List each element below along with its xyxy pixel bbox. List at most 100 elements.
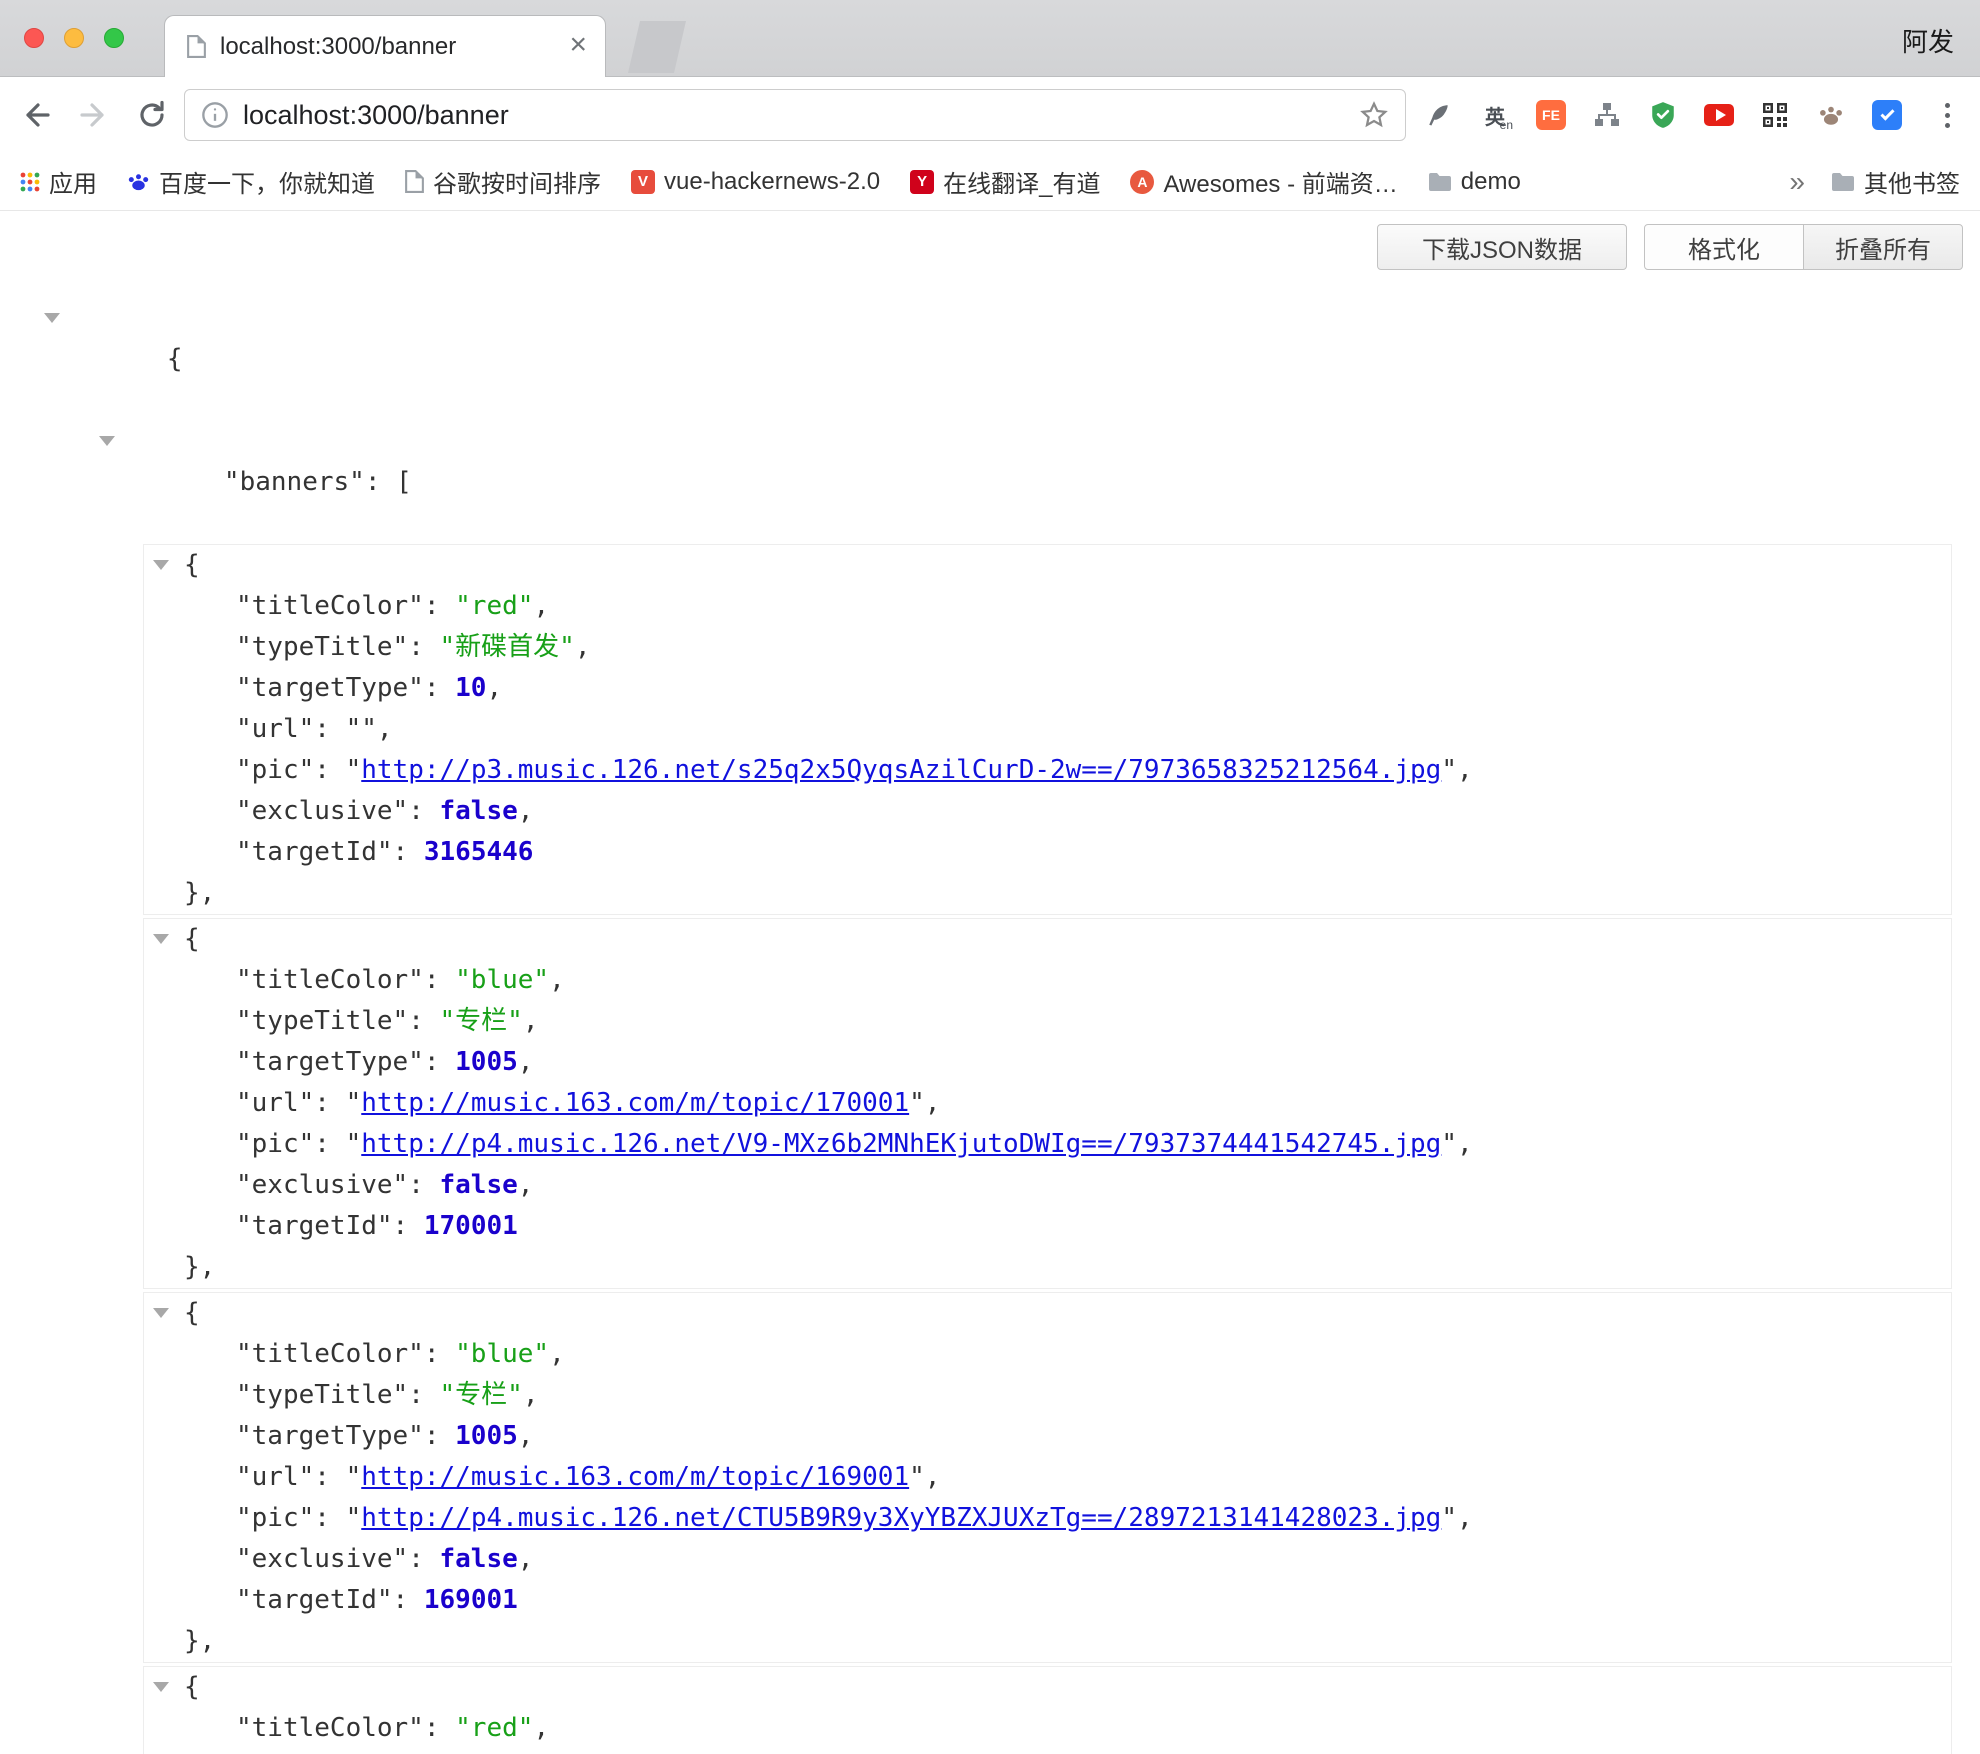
reload-button[interactable] bbox=[134, 97, 170, 133]
json-field-line: "pic": "http://p3.music.126.net/s25q2x5Q… bbox=[144, 750, 1951, 791]
browser-window: localhost:3000/banner × 阿发 localhost:300… bbox=[0, 0, 1980, 1754]
collapse-triangle-icon[interactable] bbox=[99, 436, 115, 446]
profile-name: 阿发 bbox=[1902, 22, 1954, 59]
minimize-window-button[interactable] bbox=[64, 28, 84, 48]
y-icon: Y bbox=[910, 170, 934, 194]
json-field-line: "pic": "http://p4.music.126.net/V9-MXz6b… bbox=[144, 1124, 1951, 1165]
paw-icon bbox=[127, 170, 150, 193]
json-object-open-line: { bbox=[144, 919, 1951, 960]
url-text: localhost:3000/banner bbox=[243, 100, 509, 131]
json-object-close-line: }, bbox=[144, 1621, 1951, 1662]
json-url-link[interactable]: http://music.163.com/m/topic/170001 bbox=[361, 1088, 909, 1118]
back-button[interactable] bbox=[18, 97, 54, 133]
collapse-triangle-icon[interactable] bbox=[153, 560, 169, 570]
bookmarks-bar: 应用 百度一下，你就知道 谷歌按时间排序 V vue-hackernews-2.… bbox=[0, 153, 1980, 211]
address-bar[interactable]: localhost:3000/banner bbox=[184, 89, 1406, 141]
json-field-line: "url": "http://music.163.com/m/topic/169… bbox=[144, 1457, 1951, 1498]
v-icon: V bbox=[631, 170, 655, 194]
json-field-line: "targetType": 1005, bbox=[144, 1416, 1951, 1457]
page-file-icon bbox=[187, 35, 206, 58]
json-object-open-line: { bbox=[144, 545, 1951, 586]
json-object: {"titleColor": "blue","typeTitle": "专栏",… bbox=[143, 918, 1952, 1289]
bookmark-vue-hackernews[interactable]: V vue-hackernews-2.0 bbox=[631, 168, 880, 196]
json-banners-line: "banners": [ bbox=[0, 421, 1980, 544]
download-json-button[interactable]: 下载JSON数据 bbox=[1377, 224, 1627, 270]
folder-icon bbox=[1428, 172, 1452, 192]
document-icon bbox=[405, 170, 424, 193]
fe-extension-icon[interactable]: FE bbox=[1536, 100, 1566, 130]
bookmarks-overflow-icon[interactable]: » bbox=[1789, 168, 1805, 196]
check-icon bbox=[1880, 106, 1894, 120]
json-url-link[interactable]: http://music.163.com/m/topic/169001 bbox=[361, 1462, 909, 1492]
bookmark-awesomes[interactable]: A Awesomes - 前端资… bbox=[1130, 164, 1397, 199]
bookmark-youdao-translate[interactable]: Y 在线翻译_有道 bbox=[910, 164, 1100, 199]
json-field-line: "exclusive": false, bbox=[144, 1165, 1951, 1206]
close-window-button[interactable] bbox=[24, 28, 44, 48]
format-button[interactable]: 格式化 bbox=[1644, 224, 1804, 270]
bookmark-demo-folder[interactable]: demo bbox=[1428, 168, 1521, 196]
bookmark-star-icon[interactable] bbox=[1359, 100, 1389, 130]
translate-extension-icon[interactable]: 英en bbox=[1480, 100, 1510, 130]
check-extension-icon[interactable] bbox=[1872, 100, 1902, 130]
collapse-triangle-icon[interactable] bbox=[44, 313, 60, 323]
json-url-link[interactable]: http://p3.music.126.net/s25q2x5QyqsAzilC… bbox=[361, 755, 1441, 785]
pen-extension-icon[interactable] bbox=[1424, 100, 1454, 130]
collapse-triangle-icon[interactable] bbox=[153, 1308, 169, 1318]
json-field-line: "url": "", bbox=[144, 709, 1951, 750]
json-field-line: "typeTitle": "新碟首发", bbox=[144, 627, 1951, 668]
json-object: {"titleColor": "red","typeTitle": "歌单","… bbox=[143, 1666, 1952, 1754]
json-field-line: "targetId": 3165446 bbox=[144, 832, 1951, 873]
window-controls bbox=[24, 28, 124, 48]
bookmark-apps[interactable]: 应用 bbox=[20, 164, 97, 199]
apps-grid-icon bbox=[20, 172, 40, 192]
json-field-line: "typeTitle": "歌单", bbox=[144, 1749, 1951, 1754]
json-object-open-line: { bbox=[144, 1293, 1951, 1334]
collapse-triangle-icon[interactable] bbox=[153, 1682, 169, 1692]
json-object: {"titleColor": "red","typeTitle": "新碟首发"… bbox=[143, 544, 1952, 915]
a-icon: A bbox=[1130, 170, 1154, 194]
bookmark-google-sort[interactable]: 谷歌按时间排序 bbox=[405, 164, 601, 199]
browser-tab[interactable]: localhost:3000/banner × bbox=[164, 15, 606, 77]
extension-icons: 英en FE bbox=[1424, 77, 1902, 153]
json-viewer: { "banners": [ {"titleColor": "red","typ… bbox=[0, 298, 1980, 1754]
tab-strip: localhost:3000/banner × 阿发 bbox=[0, 0, 1980, 77]
json-url-link[interactable]: http://p4.music.126.net/V9-MXz6b2MNhEKju… bbox=[361, 1129, 1441, 1159]
video-extension-icon[interactable] bbox=[1704, 104, 1734, 126]
collapse-all-button[interactable]: 折叠所有 bbox=[1803, 224, 1963, 270]
page-info-icon[interactable] bbox=[201, 101, 229, 129]
json-field-line: "targetType": 10, bbox=[144, 668, 1951, 709]
paw-extension-icon[interactable] bbox=[1816, 100, 1846, 130]
browser-menu-icon[interactable] bbox=[1932, 99, 1962, 131]
json-field-line: "url": "http://music.163.com/m/topic/170… bbox=[144, 1083, 1951, 1124]
json-object: {"titleColor": "blue","typeTitle": "专栏",… bbox=[143, 1292, 1952, 1663]
json-url-link[interactable]: http://p4.music.126.net/CTU5B9R9y3XyYBZX… bbox=[361, 1503, 1441, 1533]
json-object-open-line: { bbox=[144, 1667, 1951, 1708]
json-object-close-line: }, bbox=[144, 1247, 1951, 1288]
json-field-line: "titleColor": "blue", bbox=[144, 1334, 1951, 1375]
bookmark-baidu[interactable]: 百度一下，你就知道 bbox=[127, 164, 375, 199]
json-field-line: "titleColor": "red", bbox=[144, 586, 1951, 627]
forward-button[interactable] bbox=[76, 97, 112, 133]
new-tab-button[interactable] bbox=[628, 21, 686, 73]
collapse-triangle-icon[interactable] bbox=[153, 934, 169, 944]
json-field-line: "targetId": 169001 bbox=[144, 1580, 1951, 1621]
json-field-line: "exclusive": false, bbox=[144, 1539, 1951, 1580]
zoom-window-button[interactable] bbox=[104, 28, 124, 48]
play-icon bbox=[1716, 109, 1726, 121]
json-field-line: "pic": "http://p4.music.126.net/CTU5B9R9… bbox=[144, 1498, 1951, 1539]
shield-extension-icon[interactable] bbox=[1648, 100, 1678, 130]
json-field-line: "titleColor": "red", bbox=[144, 1708, 1951, 1749]
json-field-line: "typeTitle": "专栏", bbox=[144, 1001, 1951, 1042]
folder-icon bbox=[1831, 172, 1855, 192]
json-root-open-line: { bbox=[0, 298, 1980, 421]
tab-close-icon[interactable]: × bbox=[569, 30, 587, 60]
json-field-line: "titleColor": "blue", bbox=[144, 960, 1951, 1001]
json-field-line: "exclusive": false, bbox=[144, 791, 1951, 832]
org-chart-extension-icon[interactable] bbox=[1592, 100, 1622, 130]
json-field-line: "targetId": 170001 bbox=[144, 1206, 1951, 1247]
bookmark-other-bookmarks[interactable]: 其他书签 bbox=[1831, 164, 1960, 199]
qr-code-extension-icon[interactable] bbox=[1760, 100, 1790, 130]
json-field-line: "typeTitle": "专栏", bbox=[144, 1375, 1951, 1416]
navigation-toolbar: localhost:3000/banner 英en FE bbox=[0, 77, 1980, 153]
json-object-close-line: }, bbox=[144, 873, 1951, 914]
